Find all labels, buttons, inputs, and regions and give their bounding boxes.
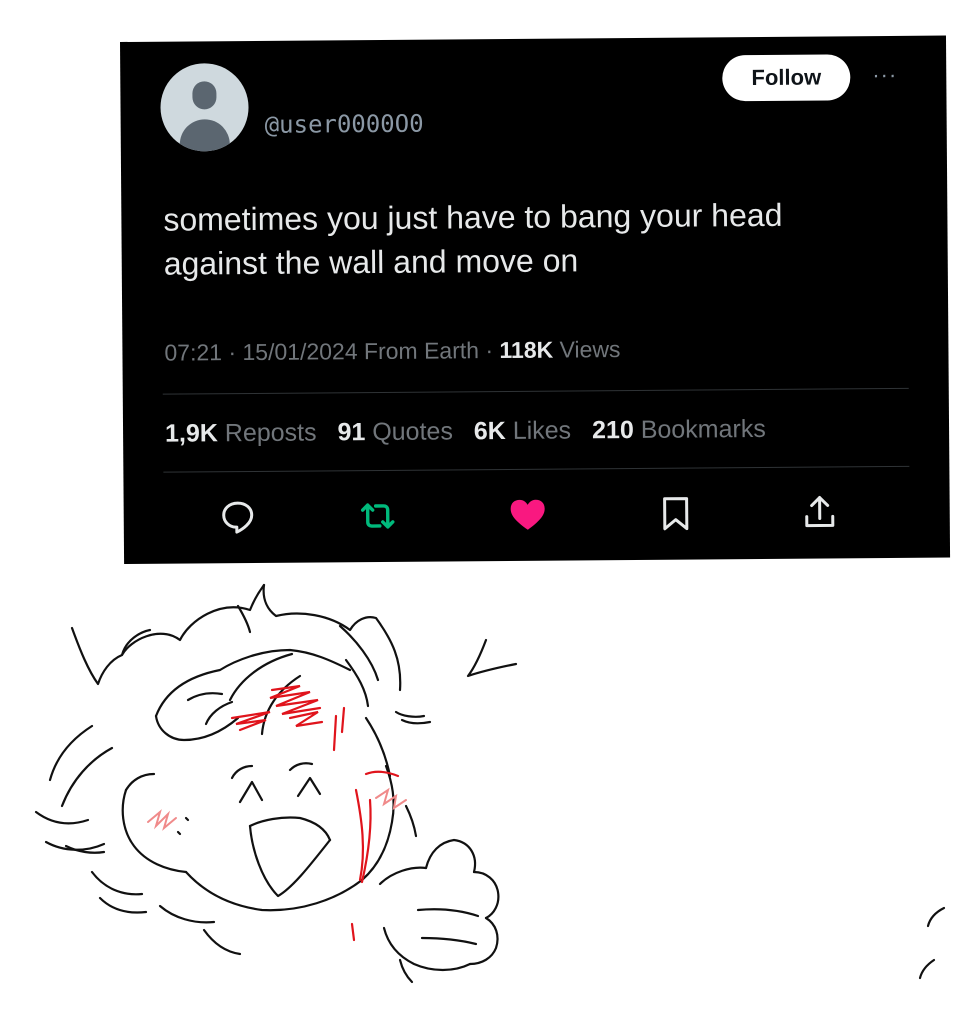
quotes-stat[interactable]: 91 Quotes: [337, 417, 453, 446]
divider: [162, 387, 909, 395]
avatar[interactable]: [160, 62, 249, 152]
likes-stat[interactable]: 6K Likes: [474, 416, 572, 445]
likes-count: 6K: [473, 416, 506, 446]
share-button[interactable]: [798, 490, 842, 534]
likes-label: Likes: [512, 416, 572, 445]
meta-separator: ·: [478, 337, 500, 364]
repost-button[interactable]: [356, 494, 400, 538]
bookmark-button[interactable]: [654, 491, 698, 535]
avatar-default-shoulders: [179, 119, 230, 152]
reposts-stat[interactable]: 1,9K Reposts: [165, 418, 317, 447]
bookmarks-label: Bookmarks: [640, 414, 766, 444]
tweet-card: @user0000O0 Follow ··· sometimes you jus…: [120, 35, 951, 564]
follow-button[interactable]: Follow: [722, 54, 851, 102]
views-label: Views: [553, 336, 621, 363]
tweet-date[interactable]: 15/01/2024: [242, 338, 357, 365]
engagement-stats: 1,9K Reposts 91 Quotes 6K Likes 210 Book…: [165, 415, 780, 449]
bookmarks-count: 210: [591, 415, 634, 445]
divider: [163, 465, 910, 473]
reposts-count: 1,9K: [164, 419, 218, 448]
reply-icon: [222, 501, 254, 534]
tweet-time[interactable]: 07:21: [164, 339, 222, 365]
views-count: 118K: [499, 336, 554, 364]
heart-icon: [510, 499, 545, 530]
tweet-meta: 07:21 · 15/01/2024 From Earth · 118K Vie…: [164, 336, 620, 367]
bookmark-icon: [663, 497, 689, 531]
action-bar: [216, 490, 866, 539]
more-options-icon[interactable]: ···: [872, 62, 897, 88]
thumbs-up-doodle-character: [34, 583, 946, 984]
avatar-default-head: [192, 81, 217, 110]
tweet-text: sometimes you just have to bang your hea…: [163, 196, 783, 282]
share-icon: [805, 496, 835, 528]
like-button[interactable]: [506, 493, 550, 537]
bookmarks-stat[interactable]: 210 Bookmarks: [592, 415, 766, 444]
meta-separator: ·: [221, 339, 243, 366]
repost-icon: [360, 503, 395, 529]
user-handle[interactable]: @user0000O0: [265, 110, 424, 139]
tweet-source: From Earth: [357, 337, 480, 365]
reply-button[interactable]: [216, 495, 260, 539]
quotes-count: 91: [337, 418, 366, 447]
quotes-label: Quotes: [372, 417, 453, 447]
reposts-label: Reposts: [224, 418, 317, 448]
